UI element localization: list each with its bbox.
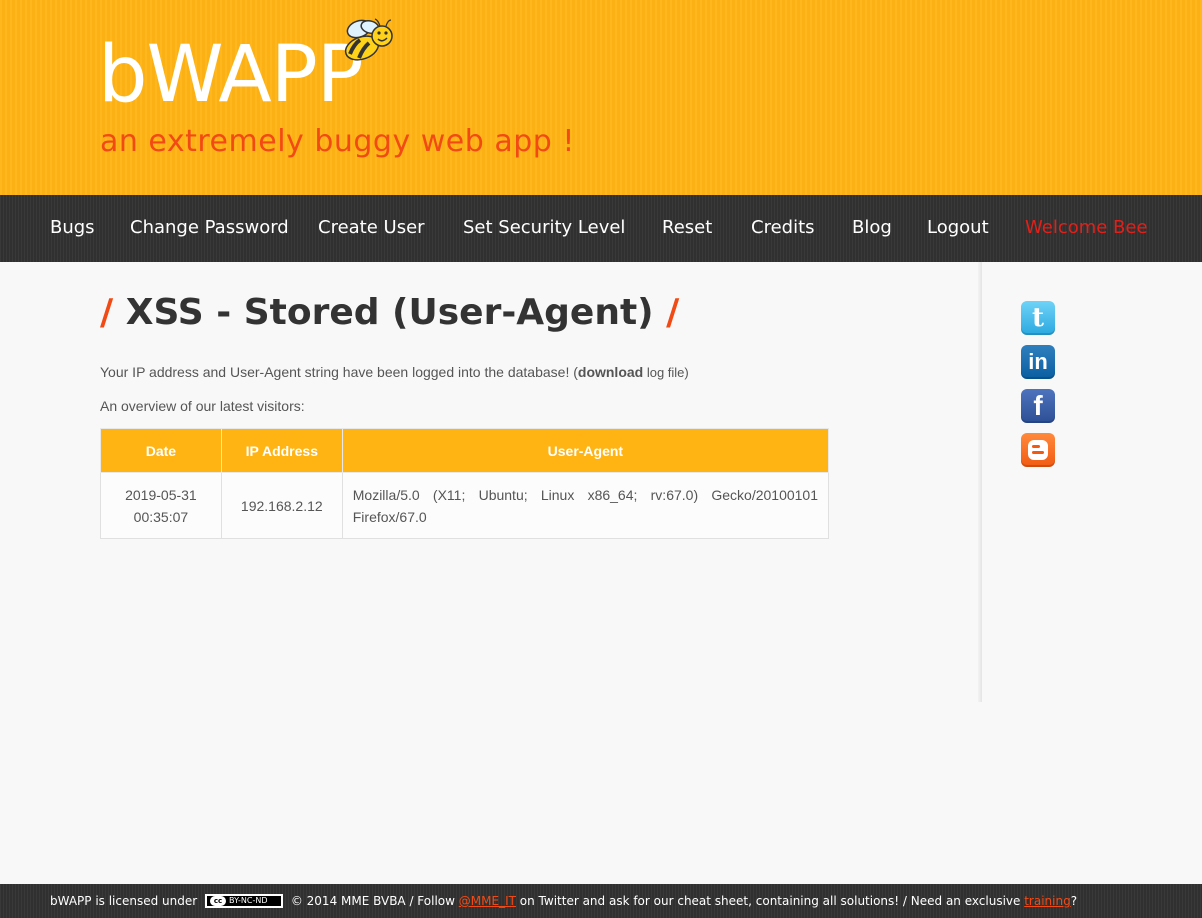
page-title-text: XSS - Stored (User-Agent) [125, 292, 654, 333]
overview-text: An overview of our latest visitors: [100, 398, 305, 414]
cell-date: 2019-05-31 00:35:07 [100, 472, 222, 539]
nav-item-logout[interactable]: Logout [927, 217, 989, 238]
site-tagline: an extremely buggy web app ! [100, 124, 575, 159]
facebook-icon[interactable]: f [1021, 389, 1055, 423]
main-nav: Bugs Change Password Create User Set Sec… [0, 195, 1202, 262]
table-header-row: Date IP Address User-Agent [100, 428, 830, 473]
footer-question-mark: ? [1070, 894, 1078, 908]
intro-message: Your IP address and User-Agent string ha… [100, 364, 578, 380]
twitter-icon[interactable]: t [1021, 301, 1055, 335]
nav-item-credits[interactable]: Credits [751, 217, 815, 238]
linkedin-icon[interactable]: in [1021, 345, 1055, 379]
site-header: bWAPP an extremely buggy web app ! [0, 0, 1202, 195]
table-row: 2019-05-31 00:35:07 192.168.2.12 Mozilla… [100, 472, 830, 539]
intro-close-paren: ) [684, 365, 689, 380]
site-footer: bWAPP is licensed under cc BY-NC-ND © 20… [0, 884, 1202, 918]
cell-user-agent: Mozilla/5.0 (X11; Ubuntu; Linux x86_64; … [341, 472, 830, 539]
title-slash-right: / [666, 292, 680, 333]
cc-icon: cc [210, 895, 227, 906]
visitors-table: Date IP Address User-Agent 2019-05-31 00… [100, 428, 830, 539]
nav-item-bugs[interactable]: Bugs [50, 217, 95, 238]
facebook-glyph: f [1033, 390, 1043, 421]
cell-ip: 192.168.2.12 [220, 472, 343, 539]
cc-license-badge[interactable]: cc BY-NC-ND [205, 893, 284, 908]
twitter-glyph: t [1031, 303, 1044, 333]
twitter-handle-link[interactable]: @MME_IT [459, 894, 516, 908]
linkedin-glyph: in [1028, 349, 1048, 374]
nav-item-reset[interactable]: Reset [662, 217, 712, 238]
cc-badge-text: BY-NC-ND [229, 895, 268, 905]
footer-license-text: bWAPP is licensed under [50, 894, 198, 908]
nav-item-set-security-level[interactable]: Set Security Level [463, 217, 625, 238]
column-header-user-agent: User-Agent [341, 428, 830, 473]
blogger-icon[interactable] [1021, 433, 1055, 467]
intro-text: Your IP address and User-Agent string ha… [100, 364, 689, 380]
log-file-link[interactable]: log file [643, 365, 685, 380]
cc-badge-inner: cc BY-NC-ND [207, 895, 282, 906]
training-link[interactable]: training [1024, 894, 1071, 908]
welcome-user-label: Welcome Bee [1025, 217, 1148, 238]
nav-item-change-password[interactable]: Change Password [130, 217, 289, 238]
column-header-date: Date [100, 428, 222, 473]
nav-item-create-user[interactable]: Create User [318, 217, 425, 238]
bwapp-logo[interactable]: bWAPP [98, 30, 364, 120]
cell-date-time: 00:35:07 [133, 508, 189, 525]
footer-line: bWAPP is licensed under cc BY-NC-ND © 20… [50, 893, 1078, 909]
bee-icon [344, 18, 393, 61]
download-link[interactable]: download [578, 364, 643, 380]
column-header-ip: IP Address [220, 428, 343, 473]
blogger-glyph [1028, 440, 1048, 460]
footer-cheat-sheet-text: on Twitter and ask for our cheat sheet, … [519, 894, 1021, 908]
title-slash-left: / [100, 292, 114, 333]
nav-item-blog[interactable]: Blog [852, 217, 892, 238]
cell-date-day: 2019-05-31 [125, 486, 197, 503]
page-title: / XSS - Stored (User-Agent) / [100, 292, 679, 333]
sidebar-divider [978, 262, 982, 702]
footer-copyright: © 2014 MME BVBA / Follow [290, 894, 455, 908]
